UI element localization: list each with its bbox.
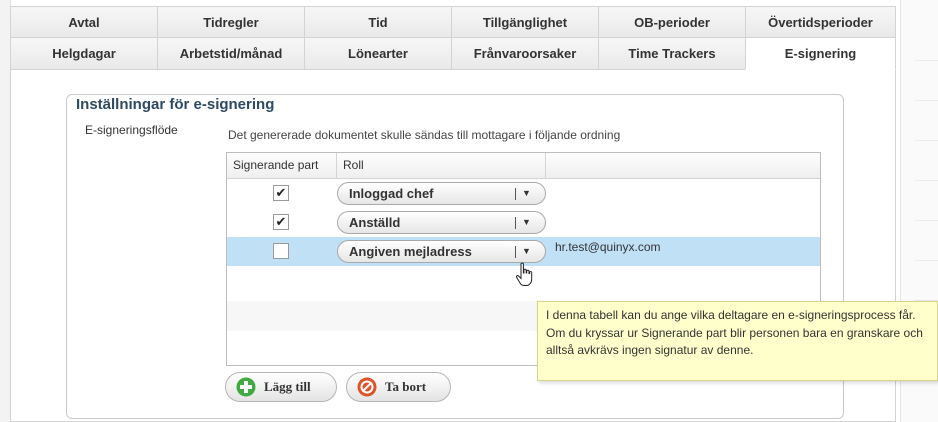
signing-party-checkbox[interactable]: ✔ — [273, 185, 289, 201]
app-window: Avtal Tidregler Tid Tillgänglighet OB-pe… — [0, 0, 938, 422]
tab-avtal[interactable]: Avtal — [10, 6, 157, 38]
tab-franvaroorsaker[interactable]: Frånvaroorsaker — [451, 38, 598, 70]
dropdown-separator — [515, 246, 516, 258]
settings-tabs: Avtal Tidregler Tid Tillgänglighet OB-pe… — [10, 6, 896, 70]
chevron-down-icon[interactable]: ▼ — [522, 241, 531, 262]
signing-order-description: Det genererade dokumentet skulle sändas … — [228, 128, 621, 142]
column-header-extra — [546, 153, 820, 178]
column-header-signerande-part[interactable]: Signerande part — [227, 153, 337, 178]
dropdown-separator — [515, 188, 516, 200]
role-value: Inloggad chef — [349, 186, 434, 201]
signing-party-checkbox[interactable]: ✔ — [273, 214, 289, 230]
tab-time-trackers[interactable]: Time Trackers — [598, 38, 745, 70]
tab-overtidsperioder[interactable]: Övertidsperioder — [745, 6, 896, 38]
tab-tid[interactable]: Tid — [304, 6, 451, 38]
dropdown-separator — [515, 217, 516, 229]
column-header-roll[interactable]: Roll — [337, 153, 546, 178]
role-dropdown[interactable]: Anställd ▼ — [337, 211, 546, 234]
hand-pointer-icon — [515, 262, 533, 286]
table-row[interactable]: ✔ Inloggad chef ▼ — [227, 179, 820, 208]
role-value: Angiven mejladress — [349, 244, 472, 259]
no-entry-icon — [357, 377, 377, 397]
help-tooltip: I denna tabell kan du ange vilka deltaga… — [537, 301, 938, 381]
tab-row-2: Helgdagar Arbetstid/månad Lönearter Från… — [10, 38, 896, 70]
add-button[interactable]: Lägg till — [225, 372, 337, 402]
remove-button-label: Ta bort — [385, 379, 427, 394]
tab-row-1: Avtal Tidregler Tid Tillgänglighet OB-pe… — [10, 6, 896, 38]
grid-header: Signerande part Roll — [227, 153, 820, 179]
add-button-label: Lägg till — [264, 379, 311, 394]
tab-arbetstid-manad[interactable]: Arbetstid/månad — [157, 38, 304, 70]
tab-ob-perioder[interactable]: OB-perioder — [598, 6, 745, 38]
chevron-down-icon[interactable]: ▼ — [522, 183, 531, 204]
role-dropdown[interactable]: Angiven mejladress ▼ — [337, 240, 546, 263]
role-value: Anställd — [349, 215, 401, 230]
remove-button[interactable]: Ta bort — [346, 372, 451, 402]
tab-tidregler[interactable]: Tidregler — [157, 6, 304, 38]
signing-party-checkbox[interactable] — [273, 243, 289, 259]
tab-e-signering[interactable]: E-signering — [745, 38, 896, 70]
plus-circle-icon — [236, 377, 256, 397]
e-signing-flow-label: E-signeringsflöde — [85, 123, 178, 137]
section-title: Inställningar för e-signering — [76, 96, 275, 113]
role-dropdown[interactable]: Inloggad chef ▼ — [337, 182, 546, 205]
table-row[interactable]: ✔ Anställd ▼ — [227, 208, 820, 237]
tab-helgdagar[interactable]: Helgdagar — [10, 38, 157, 70]
tab-lonearter[interactable]: Lönearter — [304, 38, 451, 70]
email-value[interactable]: hr.test@quinyx.com — [555, 237, 661, 257]
chevron-down-icon[interactable]: ▼ — [522, 212, 531, 233]
tab-tillganglighet[interactable]: Tillgänglighet — [451, 6, 598, 38]
